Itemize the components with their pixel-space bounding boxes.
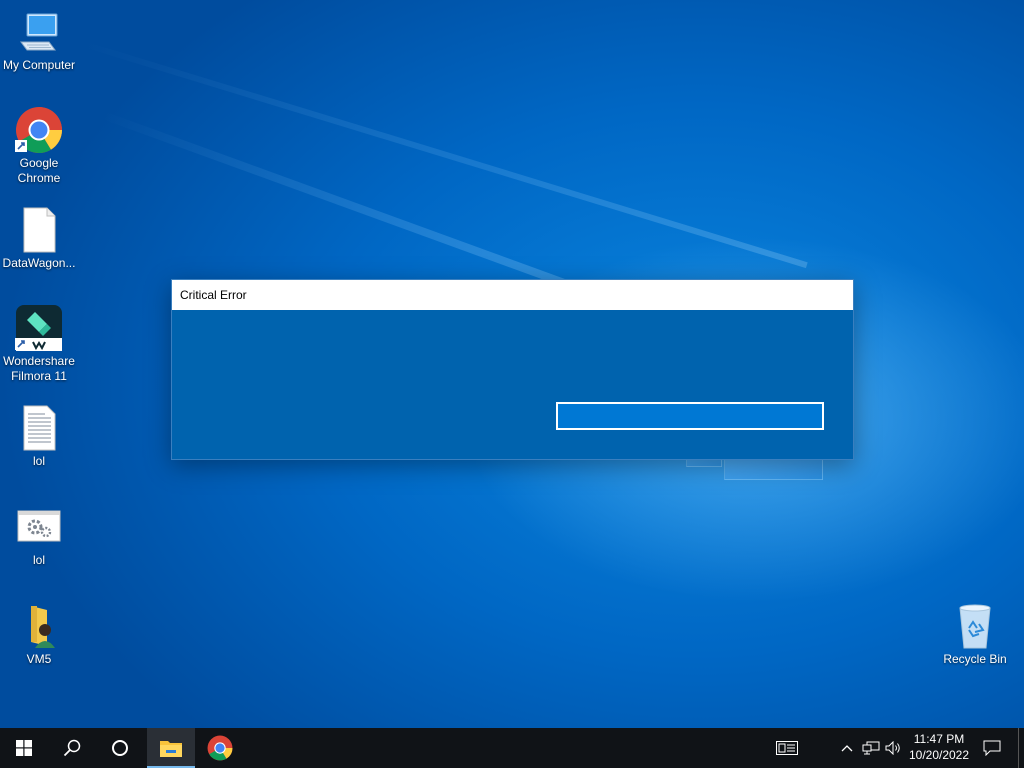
desktop-icon-lol-text[interactable]: lol xyxy=(0,404,78,469)
recycle-bin-icon xyxy=(951,602,999,650)
chrome-icon xyxy=(207,735,233,761)
settings-file-icon xyxy=(15,503,63,551)
start-button[interactable] xyxy=(0,728,48,768)
computer-icon xyxy=(15,8,63,56)
file-explorer-icon xyxy=(160,741,182,757)
desktop-icon-label: Recycle Bin xyxy=(943,652,1007,666)
desktop-icon-lol-settings[interactable]: lol xyxy=(0,503,78,568)
dialog-title: Critical Error xyxy=(180,288,247,302)
desktop-icon-label: DataWagon... xyxy=(2,256,76,270)
news-icon xyxy=(776,741,798,755)
desktop-icon-filmora[interactable]: Wondershare Filmora 11 xyxy=(0,304,78,384)
desktop-icon-google-chrome[interactable]: Google Chrome xyxy=(0,106,78,186)
volume-button[interactable] xyxy=(883,728,905,768)
chrome-icon xyxy=(15,106,63,154)
search-icon xyxy=(63,739,81,757)
desktop-icon-datawagon[interactable]: DataWagon... xyxy=(0,206,78,271)
volume-icon xyxy=(885,741,900,755)
cortana-icon xyxy=(112,740,128,756)
show-desktop-button[interactable] xyxy=(1018,728,1024,768)
desktop-icon-vm5[interactable]: VM5 xyxy=(0,602,78,667)
desktop-icon-my-computer[interactable]: My Computer xyxy=(0,8,78,73)
chrome-taskbar-button[interactable] xyxy=(196,728,244,768)
search-button[interactable] xyxy=(48,728,96,768)
desktop-icon-recycle-bin[interactable]: Recycle Bin xyxy=(936,602,1014,667)
clock[interactable]: 11:47 PM 10/20/2022 xyxy=(905,731,973,763)
dialog-body xyxy=(172,310,853,459)
desktop-icon-label: lol xyxy=(32,553,45,567)
show-hidden-icons-button[interactable] xyxy=(838,728,856,768)
chevron-up-icon xyxy=(841,745,853,752)
notification-icon xyxy=(983,740,1001,756)
network-button[interactable] xyxy=(860,728,882,768)
blank-file-icon xyxy=(15,206,63,254)
user-folder-icon xyxy=(15,602,63,650)
desktop: My Computer Google Chrome DataWagon... W… xyxy=(0,0,1024,728)
clock-date: 10/20/2022 xyxy=(908,748,970,762)
cortana-button[interactable] xyxy=(96,728,144,768)
critical-error-dialog[interactable]: Critical Error xyxy=(171,279,854,460)
text-file-icon xyxy=(15,404,63,452)
start-icon xyxy=(16,740,32,756)
dialog-title-bar[interactable]: Critical Error xyxy=(172,280,853,310)
network-icon xyxy=(862,741,880,755)
desktop-icon-label: lol xyxy=(32,454,45,468)
desktop-icon-label: My Computer xyxy=(2,58,76,72)
news-button[interactable] xyxy=(770,728,804,768)
desktop-icon-label: Google Chrome xyxy=(17,156,61,185)
dialog-action-button[interactable] xyxy=(556,402,824,430)
filmora-icon xyxy=(15,304,63,352)
action-center-button[interactable] xyxy=(978,728,1006,768)
desktop-icon-label: Wondershare Filmora 11 xyxy=(3,354,75,383)
clock-time: 11:47 PM xyxy=(913,732,965,746)
file-explorer-button[interactable] xyxy=(147,728,195,768)
taskbar: 11:47 PM 10/20/2022 xyxy=(0,728,1024,768)
desktop-icon-label: VM5 xyxy=(26,652,52,666)
